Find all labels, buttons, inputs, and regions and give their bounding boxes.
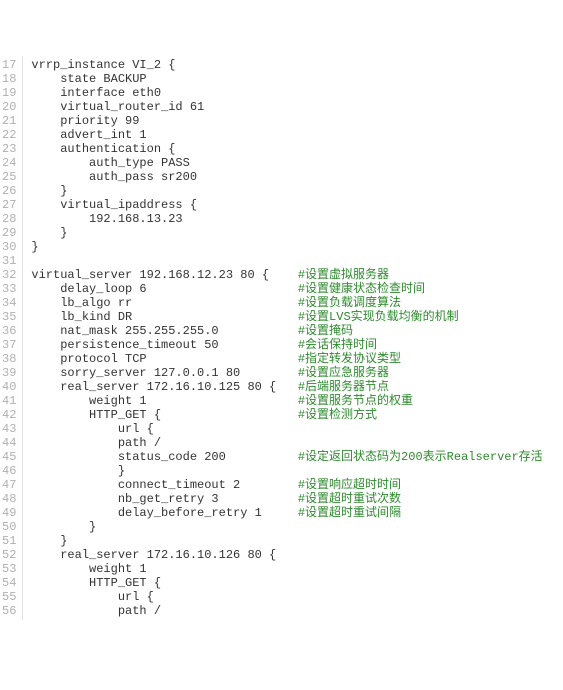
code-text: nat_mask 255.255.255.0 [31,324,297,338]
code-line: } [31,226,563,240]
code-text: delay_loop 6 [31,282,297,296]
code-text: url { [31,590,153,604]
code-line: } [31,534,563,548]
code-line: lb_kind DR #设置LVS实现负载均衡的机制 [31,310,563,324]
code-line: weight 1 #设置服务节点的权重 [31,394,563,408]
line-number-gutter: 17 18 19 20 21 22 23 24 25 26 27 28 29 3… [0,56,23,620]
code-line: auth_type PASS [31,156,563,170]
code-text: auth_pass sr200 [31,170,197,184]
code-comment: #设置响应超时时间 [298,478,401,492]
code-comment: #设置超时重试间隔 [298,506,401,520]
code-text: path / [31,604,161,618]
code-line: persistence_timeout 50 #会话保持时间 [31,338,563,352]
code-text: interface eth0 [31,86,161,100]
code-line: authentication { [31,142,563,156]
code-text: real_server 172.16.10.125 80 { [31,380,297,394]
code-line: url { [31,422,563,436]
code-text: } [31,464,125,478]
code-line: interface eth0 [31,86,563,100]
code-text: } [31,226,67,240]
code-comment: #设置服务节点的权重 [298,394,413,408]
code-text: virtual_router_id 61 [31,100,204,114]
code-comment: #设置超时重试次数 [298,492,401,506]
code-line: path / [31,436,563,450]
code-line: } [31,520,563,534]
code-text: HTTP_GET { [31,408,297,422]
code-line: lb_algo rr #设置负载调度算法 [31,296,563,310]
code-text: weight 1 [31,394,297,408]
code-area: vrrp_instance VI_2 { state BACKUP interf… [23,56,563,620]
code-line: 192.168.13.23 [31,212,563,226]
code-comment: #会话保持时间 [298,338,377,352]
code-text: connect_timeout 2 [31,478,297,492]
code-line: } [31,184,563,198]
code-line: protocol TCP #指定转发协议类型 [31,352,563,366]
code-comment: #设置负载调度算法 [298,296,401,310]
code-line: nat_mask 255.255.255.0 #设置掩码 [31,324,563,338]
code-text: path / [31,436,161,450]
code-line: virtual_server 192.168.12.23 80 { #设置虚拟服… [31,268,563,282]
code-text: HTTP_GET { [31,576,161,590]
code-line: nb_get_retry 3 #设置超时重试次数 [31,492,563,506]
code-line [31,254,563,268]
code-line: priority 99 [31,114,563,128]
code-text: status_code 200 [31,450,297,464]
code-line: delay_loop 6 #设置健康状态检查时间 [31,282,563,296]
code-line: } [31,240,563,254]
code-line: delay_before_retry 1 #设置超时重试间隔 [31,506,563,520]
code-text: } [31,520,96,534]
code-line: auth_pass sr200 [31,170,563,184]
code-comment: #设置LVS实现负载均衡的机制 [298,310,459,324]
code-line: virtual_router_id 61 [31,100,563,114]
code-text: persistence_timeout 50 [31,338,297,352]
code-text: lb_kind DR [31,310,297,324]
code-line: advert_int 1 [31,128,563,142]
code-text: 192.168.13.23 [31,212,182,226]
code-text: } [31,240,38,254]
code-line: weight 1 [31,562,563,576]
code-text: advert_int 1 [31,128,146,142]
code-comment: #设置掩码 [298,324,353,338]
code-line: real_server 172.16.10.126 80 { [31,548,563,562]
code-text: state BACKUP [31,72,146,86]
code-text: priority 99 [31,114,139,128]
code-comment: #指定转发协议类型 [298,352,401,366]
code-line: path / [31,604,563,618]
code-line: HTTP_GET { #设置检测方式 [31,408,563,422]
code-line: real_server 172.16.10.125 80 { #后端服务器节点 [31,380,563,394]
code-text: lb_algo rr [31,296,297,310]
code-text: protocol TCP [31,352,297,366]
code-text: virtual_ipaddress { [31,198,197,212]
code-line: url { [31,590,563,604]
code-line: connect_timeout 2 #设置响应超时时间 [31,478,563,492]
code-text: authentication { [31,142,175,156]
code-text: delay_before_retry 1 [31,506,297,520]
code-comment: #后端服务器节点 [298,380,389,394]
code-text: vrrp_instance VI_2 { [31,58,175,72]
code-line: HTTP_GET { [31,576,563,590]
code-line: } [31,464,563,478]
code-text: } [31,184,67,198]
code-text: nb_get_retry 3 [31,492,297,506]
code-editor: 17 18 19 20 21 22 23 24 25 26 27 28 29 3… [0,56,563,620]
code-text: url { [31,422,153,436]
code-text: sorry_server 127.0.0.1 80 [31,366,297,380]
code-text: real_server 172.16.10.126 80 { [31,548,276,562]
code-line: virtual_ipaddress { [31,198,563,212]
code-line: vrrp_instance VI_2 { [31,58,563,72]
code-text: weight 1 [31,562,146,576]
code-text: virtual_server 192.168.12.23 80 { [31,268,297,282]
code-text: } [31,534,67,548]
code-comment: #设置健康状态检查时间 [298,282,425,296]
code-comment: #设置检测方式 [298,408,377,422]
code-line: status_code 200 #设定返回状态码为200表示Realserver… [31,450,563,464]
code-text: auth_type PASS [31,156,189,170]
code-line: state BACKUP [31,72,563,86]
code-comment: #设定返回状态码为200表示Realserver存活 [298,450,543,464]
code-line: sorry_server 127.0.0.1 80 #设置应急服务器 [31,366,563,380]
code-comment: #设置应急服务器 [298,366,389,380]
code-comment: #设置虚拟服务器 [298,268,389,282]
